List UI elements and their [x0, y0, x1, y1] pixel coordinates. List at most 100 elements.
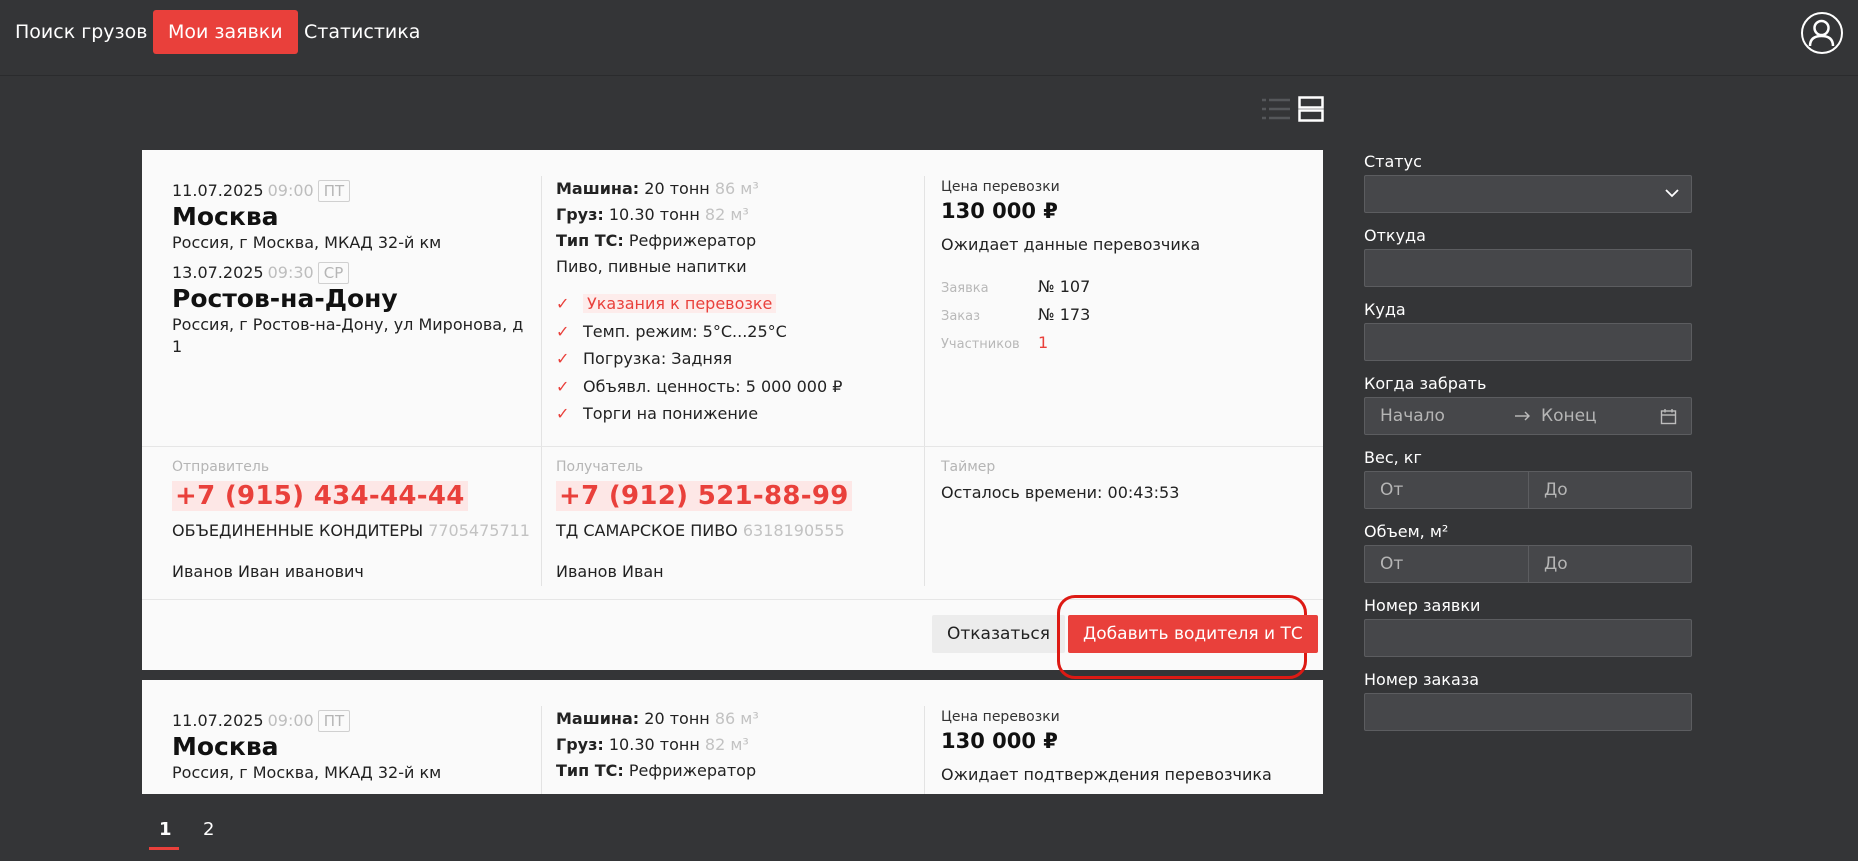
request-number-label: Заявка [941, 281, 989, 296]
delivery-date: 13.07.2025 [172, 263, 264, 282]
order-number-filter-label: Номер заказа [1364, 670, 1480, 689]
weight-from-input[interactable]: От [1380, 472, 1403, 508]
timer-block: Таймер Осталось времени: 00:43:53 [941, 459, 1301, 502]
volume-to-input[interactable]: До [1544, 546, 1568, 582]
feature-item: ✓ Темп. режим: 5°C...25°C [556, 318, 916, 346]
vehicle-type-value: Рефрижератор [628, 761, 757, 780]
date-end-input[interactable]: Конец [1541, 398, 1597, 434]
vehicle-type-value: Рефрижератор [628, 231, 757, 250]
price-value: 130 000 ₽ [941, 729, 1058, 753]
pickup-dow-badge: ПТ [317, 710, 351, 732]
receiver-label: Получатель [556, 459, 644, 475]
pickup-date: 11.07.2025 [172, 711, 264, 730]
participants-count[interactable]: 1 [1038, 333, 1048, 352]
weight-range: От До [1364, 471, 1692, 509]
status-select[interactable] [1364, 175, 1692, 213]
page-1[interactable]: 1 [159, 819, 172, 840]
pickup-address: Россия, г Москва, МКАД 32-й км [172, 763, 442, 782]
transport-instructions-link[interactable]: Указания к перевозке [583, 294, 777, 313]
vehicle-type-label: Тип ТС: [556, 761, 624, 780]
receiver-block: Получатель +7 (912) 521-88-99 ТД САМАРСК… [556, 459, 916, 581]
date-start-input[interactable]: Начало [1380, 398, 1445, 434]
delivery-address: Россия, г Ростов-на-Дону, ул Миронова, д… [172, 315, 524, 356]
request-number-input[interactable] [1364, 619, 1692, 657]
order-status: Ожидает подтверждения перевозчика [941, 765, 1272, 784]
machine-value: 20 тонн [644, 179, 710, 198]
sender-label: Отправитель [172, 459, 270, 475]
cargo-volume: 82 м³ [704, 205, 749, 224]
card-view-icon[interactable] [1298, 96, 1326, 122]
order-number-input[interactable] [1364, 693, 1692, 731]
order-card: 11.07.2025 09:00 ПТ Москва Россия, г Москв… [142, 680, 1323, 794]
machine-volume: 86 м³ [714, 179, 759, 198]
order-number-value: № 173 [1038, 305, 1091, 324]
check-icon: ✓ [556, 404, 570, 423]
volume-range: От До [1364, 545, 1692, 583]
pickup-city: Москва [172, 202, 279, 231]
receiver-inn: 6318190555 [742, 521, 845, 540]
price-label: Цена перевозки [941, 709, 1060, 725]
specs-column: Машина: 20 тонн 86 м³ Груз: 10.30 тонн 8… [556, 176, 916, 428]
user-avatar-icon[interactable] [1801, 12, 1843, 54]
divider [1528, 472, 1529, 508]
pickup-time: 09:00 [267, 181, 314, 200]
request-number-value: № 107 [1038, 277, 1091, 296]
cargo-label: Груз: [556, 205, 604, 224]
sender-block: Отправитель +7 (915) 434-44-44 ОБЪЕДИНЕН… [172, 459, 532, 581]
add-driver-button[interactable]: Добавить водителя и ТС [1068, 615, 1318, 653]
feature-item: ✓ Торги на понижение [556, 400, 916, 428]
status-filter-label: Статус [1364, 152, 1422, 171]
delivery-dow-badge: СР [317, 262, 350, 284]
check-icon: ✓ [556, 294, 570, 313]
receiver-company: ТД САМАРСКОЕ ПИВО [556, 521, 738, 540]
order-card: 11.07.2025 09:00 ПТ Москва Россия, г Москв… [142, 150, 1323, 670]
price-column: Цена перевозки 130 000 ₽ Ожидает подтвер… [941, 709, 1301, 784]
delivery-time: 09:30 [267, 263, 314, 282]
pickup-dow-badge: ПТ [317, 180, 351, 202]
check-icon: ✓ [556, 349, 570, 368]
vehicle-type-label: Тип ТС: [556, 231, 624, 250]
divider [1528, 546, 1529, 582]
current-page-indicator [149, 847, 179, 850]
decline-button[interactable]: Отказаться [932, 615, 1065, 653]
pickup-address: Россия, г Москва, МКАД 32-й км [172, 233, 442, 252]
feature-item: ✓ Погрузка: Задняя [556, 345, 916, 373]
nav-statistics[interactable]: Статистика [289, 10, 435, 54]
sender-phone[interactable]: +7 (915) 434-44-44 [172, 481, 468, 511]
date-range-picker[interactable]: Начало Конец [1364, 397, 1692, 435]
weight-filter-label: Вес, кг [1364, 448, 1422, 467]
machine-value: 20 тонн [644, 709, 710, 728]
from-input[interactable] [1364, 249, 1692, 287]
request-number-filter-label: Номер заявки [1364, 596, 1481, 615]
pickup-date: 11.07.2025 [172, 181, 264, 200]
participants-label: Участников [941, 337, 1020, 352]
feature-item: ✓ Объявл. ценность: 5 000 000 ₽ [556, 373, 916, 401]
specs-column: Машина: 20 тонн 86 м³ Груз: 10.30 тонн 8… [556, 706, 916, 784]
when-filter-label: Когда забрать [1364, 374, 1487, 393]
weight-to-input[interactable]: До [1544, 472, 1568, 508]
from-filter-label: Откуда [1364, 226, 1426, 245]
receiver-phone[interactable]: +7 (912) 521-88-99 [556, 481, 852, 511]
volume-from-input[interactable]: От [1380, 546, 1403, 582]
nav-cargo-search[interactable]: Поиск грузов [0, 10, 162, 54]
arrow-right-icon [1515, 411, 1530, 421]
feature-text: Погрузка: Задняя [583, 349, 733, 368]
price-column: Цена перевозки 130 000 ₽ Ожидает данные … [941, 179, 1301, 358]
feature-item[interactable]: ✓ Указания к перевозке [556, 290, 916, 318]
divider [924, 176, 925, 476]
route-column: 11.07.2025 09:00 ПТ Москва Россия, г Москв… [172, 710, 532, 784]
calendar-icon[interactable] [1660, 408, 1677, 425]
list-view-icon[interactable] [1262, 96, 1290, 122]
pickup-city: Москва [172, 732, 279, 761]
pickup-time: 09:00 [267, 711, 314, 730]
divider [541, 706, 542, 794]
chevron-down-icon [1665, 189, 1679, 198]
feature-text: Объявл. ценность: 5 000 000 ₽ [583, 376, 843, 396]
divider [541, 456, 542, 586]
order-status: Ожидает данные перевозчика [941, 235, 1201, 254]
check-icon: ✓ [556, 321, 570, 341]
to-input[interactable] [1364, 323, 1692, 361]
page-2[interactable]: 2 [203, 819, 214, 840]
order-meta: Заявка № 107 Заказ № 173 Участников 1 [941, 274, 1301, 358]
nav-my-requests[interactable]: Мои заявки [153, 10, 298, 54]
